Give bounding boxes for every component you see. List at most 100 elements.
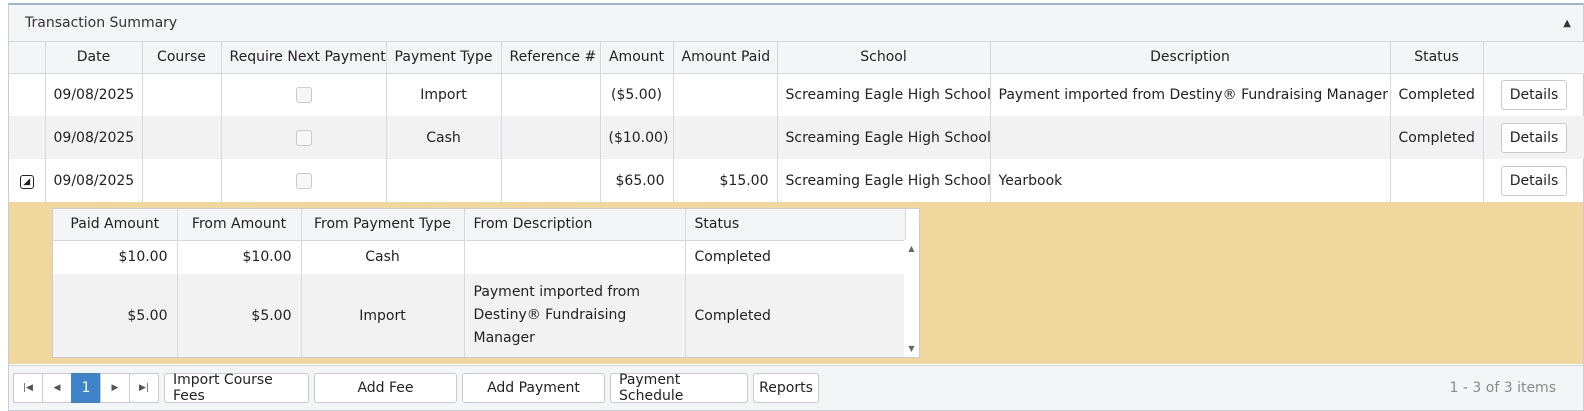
date-cell: 09/08/2025	[45, 116, 143, 159]
amount-paid-cell: $15.00	[673, 159, 778, 202]
description-cell	[990, 116, 1391, 159]
column-header-reference[interactable]: Reference #	[501, 42, 601, 74]
column-header-date[interactable]: Date	[45, 42, 143, 74]
amount-cell: ($5.00)	[600, 73, 674, 116]
add-fee-button[interactable]: Add Fee	[314, 373, 457, 403]
detail-status-cell: Completed	[685, 274, 906, 357]
require-next-payment-cell	[221, 159, 387, 202]
prev-page-icon[interactable]: ◀	[42, 373, 72, 403]
school-cell: Screaming Eagle High School	[777, 116, 991, 159]
collapse-icon[interactable]: ▲	[1563, 18, 1571, 29]
require-next-payment-checkbox[interactable]	[295, 129, 312, 146]
reference-cell	[501, 116, 601, 159]
panel-title: Transaction Summary	[25, 15, 178, 31]
from-description-cell: Payment imported from Destiny® Fundraisi…	[464, 274, 686, 357]
actions-cell: Details	[1483, 116, 1584, 159]
reference-cell	[501, 159, 601, 202]
status-cell: Completed	[1390, 73, 1484, 116]
amount-cell: ($10.00)	[600, 116, 674, 159]
column-header-actions	[1483, 42, 1584, 74]
transaction-summary-panel: Transaction Summary ▲ Date Course Requir…	[8, 3, 1584, 411]
detail-row: Paid Amount From Amount From Payment Typ…	[9, 202, 1583, 364]
payment-type-cell: Import	[386, 73, 502, 116]
detail-scrollbar[interactable]: ▲ ▼	[904, 240, 919, 357]
column-header-course[interactable]: Course	[142, 42, 222, 74]
status-cell	[1390, 159, 1484, 202]
scroll-up-icon[interactable]: ▲	[908, 244, 914, 253]
description-cell: Payment imported from Destiny® Fundraisi…	[990, 73, 1391, 116]
column-header-paid-amount[interactable]: Paid Amount	[53, 209, 178, 241]
column-header-status[interactable]: Status	[1390, 42, 1484, 74]
status-cell: Completed	[1390, 116, 1484, 159]
items-info: 1 - 3 of 3 items	[1449, 380, 1556, 396]
column-header-from-payment-type[interactable]: From Payment Type	[301, 209, 465, 241]
require-next-payment-cell	[221, 116, 387, 159]
column-header-payment-type[interactable]: Payment Type	[386, 42, 502, 74]
column-header-description[interactable]: Description	[990, 42, 1391, 74]
grid-header-row: Date Course Require Next Payment Payment…	[9, 42, 1584, 74]
collapse-row-icon[interactable]: ◢	[19, 175, 34, 190]
column-header-from-amount[interactable]: From Amount	[177, 209, 302, 241]
first-page-icon[interactable]: |◀	[13, 373, 43, 403]
expand-cell	[9, 116, 46, 159]
payment-detail-grid: Paid Amount From Amount From Payment Typ…	[52, 208, 920, 358]
detail-table-row: $5.00 $5.00 Import Payment imported from…	[53, 274, 906, 357]
detail-table-row: $10.00 $10.00 Cash Completed	[53, 240, 906, 274]
panel-header[interactable]: Transaction Summary ▲	[9, 5, 1583, 42]
paid-amount-cell: $10.00	[53, 240, 178, 274]
payment-type-cell: Cash	[386, 116, 502, 159]
payment-schedule-button[interactable]: Payment Schedule	[610, 372, 748, 404]
details-button[interactable]: Details	[1500, 165, 1568, 196]
page-number-button[interactable]: 1	[71, 373, 101, 403]
transactions-grid: Date Course Require Next Payment Payment…	[9, 42, 1584, 202]
from-payment-type-cell: Cash	[301, 240, 465, 274]
column-header-require-next-payment[interactable]: Require Next Payment	[221, 42, 387, 74]
amount-paid-cell	[673, 73, 778, 116]
require-next-payment-cell	[221, 73, 387, 116]
table-row: 09/08/2025 Import ($5.00) Screaming Eagl…	[9, 73, 1584, 116]
course-cell	[142, 116, 222, 159]
require-next-payment-checkbox[interactable]	[295, 86, 312, 103]
details-button[interactable]: Details	[1500, 79, 1568, 110]
table-row-expanded: ◢ 09/08/2025 $65.00 $15.00 Screaming Eag…	[9, 159, 1584, 202]
reports-button[interactable]: Reports	[753, 373, 819, 403]
amount-paid-cell	[673, 116, 778, 159]
column-header-from-description[interactable]: From Description	[464, 209, 686, 241]
description-cell: Yearbook	[990, 159, 1391, 202]
next-page-icon[interactable]: ▶	[100, 373, 130, 403]
school-cell: Screaming Eagle High School	[777, 159, 991, 202]
date-cell: 09/08/2025	[45, 73, 143, 116]
table-row: 09/08/2025 Cash ($10.00) Screaming Eagle…	[9, 116, 1584, 159]
date-cell: 09/08/2025	[45, 159, 143, 202]
from-amount-cell: $10.00	[177, 240, 302, 274]
column-header-amount[interactable]: Amount	[600, 42, 674, 74]
payment-type-cell	[386, 159, 502, 202]
school-cell: Screaming Eagle High School	[777, 73, 991, 116]
payment-detail-table: Paid Amount From Amount From Payment Typ…	[53, 209, 906, 357]
actions-cell: Details	[1483, 159, 1584, 202]
scroll-down-icon[interactable]: ▼	[908, 344, 914, 353]
column-header-detail-status[interactable]: Status	[685, 209, 906, 241]
from-payment-type-cell: Import	[301, 274, 465, 357]
details-button[interactable]: Details	[1500, 122, 1568, 153]
grid-pager: |◀ ◀ 1 ▶ ▶| Import Course Fees Add Fee A…	[9, 365, 1583, 410]
course-cell	[142, 73, 222, 116]
expand-cell	[9, 73, 46, 116]
from-description-cell	[464, 240, 686, 274]
require-next-payment-checkbox[interactable]	[295, 172, 312, 189]
course-cell	[142, 159, 222, 202]
reference-cell	[501, 73, 601, 116]
detail-status-cell: Completed	[685, 240, 906, 274]
amount-cell: $65.00	[600, 159, 674, 202]
import-course-fees-button[interactable]: Import Course Fees	[164, 372, 309, 404]
expand-column-header	[9, 42, 46, 74]
actions-cell: Details	[1483, 73, 1584, 116]
from-amount-cell: $5.00	[177, 274, 302, 357]
column-header-amount-paid[interactable]: Amount Paid	[673, 42, 778, 74]
paid-amount-cell: $5.00	[53, 274, 178, 357]
last-page-icon[interactable]: ▶|	[129, 373, 159, 403]
detail-header-row: Paid Amount From Amount From Payment Typ…	[53, 209, 906, 241]
column-header-school[interactable]: School	[777, 42, 991, 74]
expand-cell: ◢	[9, 159, 46, 202]
add-payment-button[interactable]: Add Payment	[462, 373, 605, 403]
